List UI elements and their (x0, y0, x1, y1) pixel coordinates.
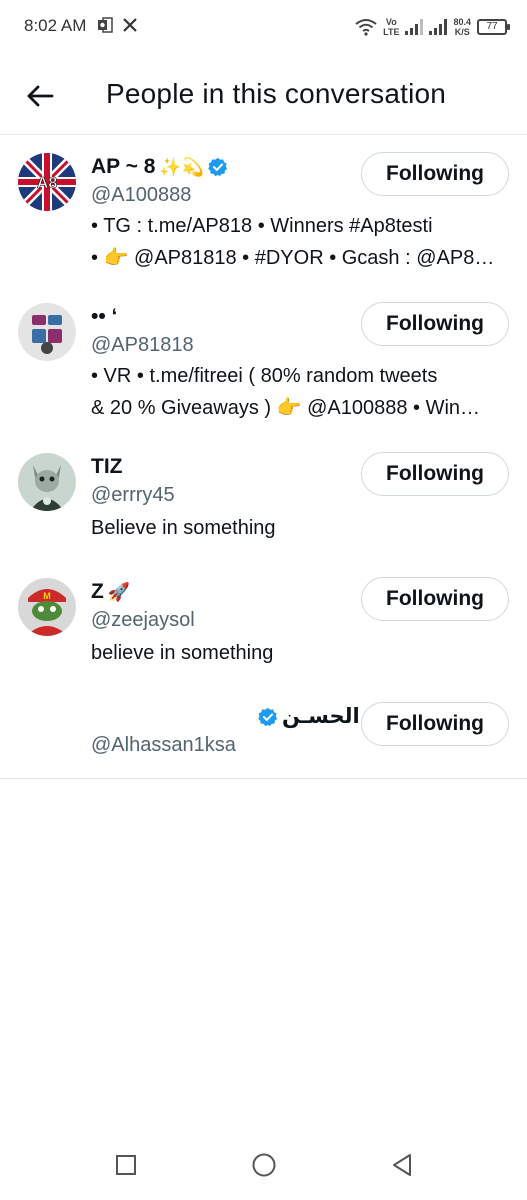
user-row[interactable]: TIZ @errry45 Believe in something Follow… (0, 436, 527, 561)
user-name[interactable]: AP ~ 8 ✨💫 (91, 155, 228, 179)
wifi-icon (355, 19, 377, 36)
user-row[interactable]: M Z 🚀 @zeejaysol believe in something Fol… (0, 561, 527, 686)
avatar[interactable] (18, 303, 76, 361)
outlook-icon (98, 17, 113, 33)
bio-line: & 20 % Giveaways ) 👉 @A100888 • Win… (91, 397, 481, 419)
square-icon (115, 1155, 136, 1175)
sparkles-emoji: ✨💫 (159, 156, 205, 177)
status-bar: 8:02 AM Vo LTE 80.4 K/S 77 (0, 0, 527, 56)
user-handle[interactable]: @Alhassan1ksa (91, 734, 236, 757)
status-right-group: Vo LTE 80.4 K/S 77 (355, 12, 510, 42)
network-speed: 80.4 K/S (453, 17, 471, 37)
x-logo-icon (123, 18, 137, 32)
user-row[interactable]: A8 AP ~ 8 ✨💫 @A100888 • TG : t.me/AP818 •… (0, 136, 527, 286)
signal-2-icon (429, 19, 448, 35)
recents-button[interactable] (111, 1150, 141, 1180)
user-row[interactable]: الحسـن @Alhassan1ksa Following (0, 686, 527, 776)
user-name[interactable]: الحسـن (258, 704, 360, 729)
arrow-left-icon (27, 85, 54, 107)
battery-icon: 77 (477, 19, 510, 35)
avatar[interactable]: M (18, 578, 76, 636)
avatar[interactable]: A8 (18, 153, 76, 211)
rocket-emoji: 🚀 (107, 581, 131, 602)
bio-line: believe in something (91, 642, 274, 664)
home-button[interactable] (249, 1150, 279, 1180)
avatar[interactable] (18, 703, 76, 761)
system-nav-bar (0, 1130, 527, 1200)
system-back-button[interactable] (387, 1150, 417, 1180)
circle-icon (252, 1153, 275, 1177)
verified-badge-icon (258, 707, 278, 726)
list-divider (0, 778, 527, 779)
page-title: People in this conversation (106, 78, 447, 109)
triangle-back-icon (392, 1154, 411, 1176)
bio-line: Believe in something (91, 517, 276, 539)
verified-badge-icon (208, 157, 228, 177)
bio-line: • 👉 @AP81818 • #DYOR • Gcash : @AP8… (91, 247, 495, 269)
user-handle[interactable]: @zeejaysol (91, 609, 195, 632)
status-time: 8:02 AM (24, 16, 87, 35)
user-handle[interactable]: @A100888 (91, 184, 191, 207)
header: People in this conversation (0, 56, 527, 135)
user-row[interactable]: •• ‘ @AP81818 • VR • t.me/fitreei ( 80% … (0, 286, 527, 436)
avatar[interactable] (18, 453, 76, 511)
user-name[interactable]: Z 🚀 (91, 580, 130, 604)
user-handle[interactable]: @AP81818 (91, 334, 194, 357)
user-name[interactable]: TIZ (91, 455, 123, 479)
following-button[interactable]: Following (361, 302, 509, 346)
user-list: A8 AP ~ 8 ✨💫 @A100888 • TG : t.me/AP818 •… (0, 136, 527, 776)
signal-1-icon (405, 19, 424, 35)
bio-line: • TG : t.me/AP818 • Winners #Ap8testi (91, 215, 433, 237)
user-name[interactable]: •• ‘ (91, 305, 117, 329)
user-handle[interactable]: @errry45 (91, 484, 175, 507)
network-type: Vo LTE (383, 17, 400, 37)
svg-text:M: M (43, 591, 51, 601)
svg-text:A8: A8 (37, 175, 58, 192)
back-button[interactable] (20, 76, 60, 116)
bio-line: • VR • t.me/fitreei ( 80% random tweets (91, 365, 438, 387)
following-button[interactable]: Following (361, 152, 509, 196)
following-button[interactable]: Following (361, 577, 509, 621)
following-button[interactable]: Following (361, 452, 509, 496)
following-button[interactable]: Following (361, 702, 509, 746)
